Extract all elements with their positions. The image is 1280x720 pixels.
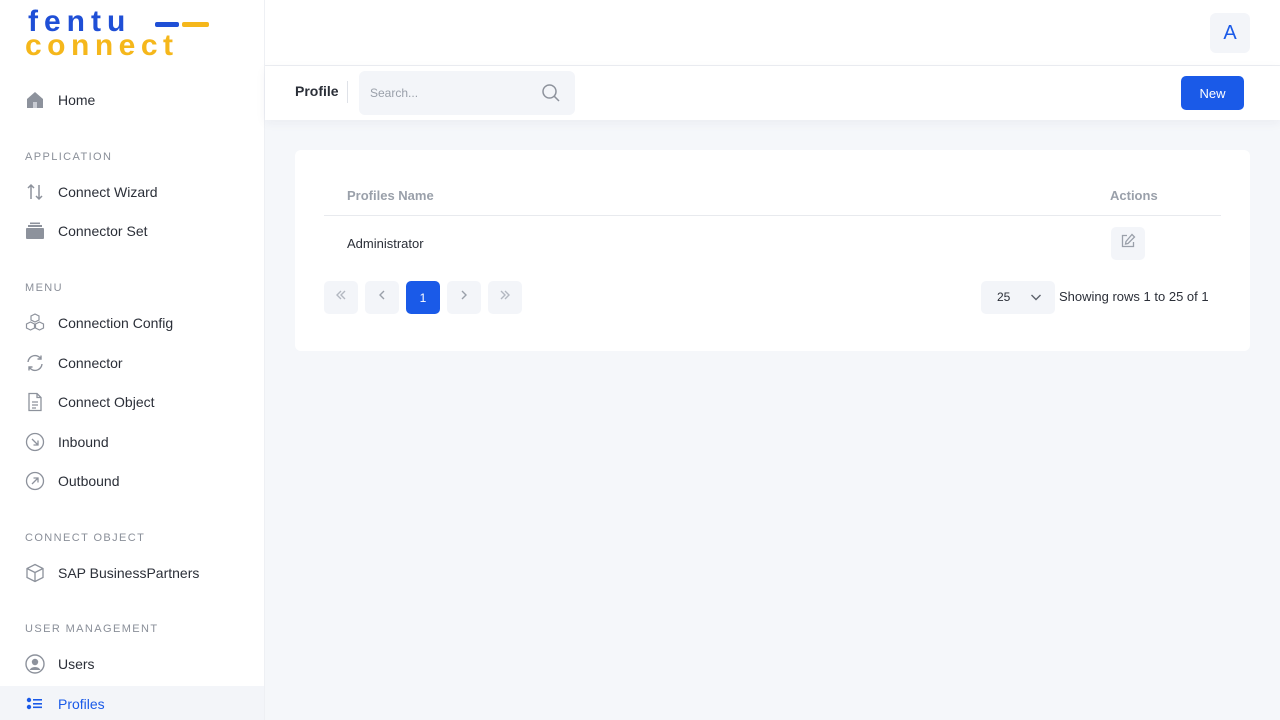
page-button-current[interactable]: 1: [406, 281, 440, 314]
user-circle-icon: [25, 654, 45, 674]
arrow-up-right-circle-icon: [25, 471, 45, 491]
table-cell-profile-name: Administrator: [347, 236, 424, 251]
search-box: [359, 71, 575, 115]
sidebar-item-label: Home: [58, 92, 96, 108]
box-icon: [25, 563, 45, 583]
sidebar-item-outbound[interactable]: Outbound: [0, 463, 264, 499]
first-page-button[interactable]: [324, 281, 358, 314]
document-icon: [25, 392, 45, 412]
stack-icon: [25, 221, 45, 241]
arrow-down-right-circle-icon: [25, 432, 45, 452]
page-title: Profile: [295, 83, 339, 99]
sidebar-item-label: Outbound: [58, 473, 120, 489]
sidebar-item-connection-config[interactable]: Connection Config: [0, 305, 264, 341]
chevrons-left-icon: [334, 288, 348, 307]
previous-page-button[interactable]: [365, 281, 399, 314]
sidebar-item-connect-object[interactable]: Connect Object: [0, 384, 264, 420]
sidebar-item-home[interactable]: Home: [0, 82, 264, 118]
sidebar-item-label: Inbound: [58, 434, 109, 450]
brand-logo[interactable]: fentu connect: [25, 6, 215, 62]
profiles-table-card: Profiles Name Actions Administrator 1 25…: [295, 150, 1250, 351]
last-page-button[interactable]: [488, 281, 522, 314]
next-page-button[interactable]: [447, 281, 481, 314]
cubes-icon: [25, 313, 45, 333]
page-size-value: 25: [997, 290, 1011, 304]
list-icon: [25, 694, 45, 714]
table-header-divider: [324, 215, 1221, 216]
sidebar-item-sap-businesspartners[interactable]: SAP BusinessPartners: [0, 555, 264, 591]
column-header-actions: Actions: [1110, 188, 1158, 203]
search-input[interactable]: [359, 71, 534, 115]
title-divider: [347, 81, 348, 103]
logo-bar-yellow: [182, 22, 209, 27]
sidebar-item-profiles[interactable]: Profiles: [0, 686, 264, 720]
arrows-up-down-icon: [25, 182, 45, 202]
sidebar-item-label: Connector Set: [58, 223, 148, 239]
sidebar-item-label: Users: [58, 656, 95, 672]
section-title-application: APPLICATION: [25, 151, 113, 163]
sidebar-item-label: Connection Config: [58, 315, 174, 331]
chevron-right-icon: [457, 288, 471, 307]
sidebar-item-users[interactable]: Users: [0, 646, 264, 682]
sidebar-item-label: Connector: [58, 355, 123, 371]
sync-icon: [25, 353, 45, 373]
search-icon[interactable]: [541, 83, 561, 103]
avatar[interactable]: A: [1210, 13, 1250, 53]
sidebar-item-label: SAP BusinessPartners: [58, 565, 200, 581]
section-title-connect-object: CONNECT OBJECT: [25, 532, 146, 544]
chevron-left-icon: [375, 288, 389, 307]
chevrons-right-icon: [498, 288, 512, 307]
top-header: A: [265, 0, 1280, 66]
home-icon: [25, 90, 45, 110]
sidebar-item-label: Profiles: [58, 696, 105, 712]
chevron-down-icon: [1029, 290, 1043, 304]
section-title-menu: MENU: [25, 282, 63, 294]
sidebar: fentu connect Home APPLICATION Connect W…: [0, 0, 265, 720]
page-toolbar: Profile New: [265, 66, 1280, 120]
sidebar-item-connector-set[interactable]: Connector Set: [0, 213, 264, 249]
sidebar-item-connect-wizard[interactable]: Connect Wizard: [0, 174, 264, 210]
page-size-select[interactable]: 25: [981, 281, 1055, 314]
sidebar-item-label: Connect Object: [58, 394, 155, 410]
logo-line2: connect: [25, 29, 179, 62]
sidebar-item-connector[interactable]: Connector: [0, 345, 264, 381]
edit-icon: [1120, 233, 1136, 254]
sidebar-item-inbound[interactable]: Inbound: [0, 424, 264, 460]
new-button[interactable]: New: [1181, 76, 1244, 110]
sidebar-item-label: Connect Wizard: [58, 184, 158, 200]
section-title-user-management: USER MANAGEMENT: [25, 623, 159, 635]
column-header-profiles-name[interactable]: Profiles Name: [347, 188, 434, 203]
edit-button[interactable]: [1111, 227, 1145, 260]
pagination-summary: Showing rows 1 to 25 of 1: [1059, 289, 1209, 304]
logo-bar-blue: [155, 22, 179, 27]
